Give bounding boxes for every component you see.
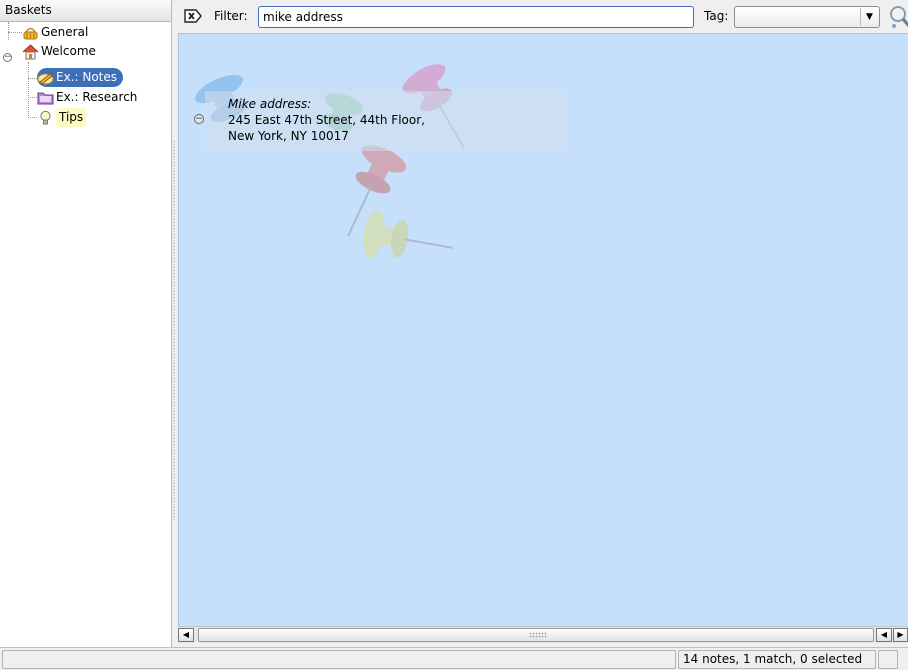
lightbulb-icon (37, 110, 54, 126)
basket-icon (22, 25, 39, 41)
scroll-left-icon[interactable]: ◀ (876, 628, 892, 642)
close-filter-icon[interactable] (184, 8, 202, 24)
tag-label: Tag: (704, 9, 729, 23)
status-indicator (878, 650, 898, 669)
tree-line (28, 78, 37, 79)
sidebar-item-label: General (41, 25, 89, 39)
collapse-welcome-icon[interactable]: − (3, 53, 12, 62)
filter-bar: Filter: Tag: ▼ (178, 0, 908, 33)
scrollbar-thumb[interactable] (198, 628, 874, 642)
folder-icon (37, 90, 54, 106)
home-icon (22, 43, 39, 60)
thumb-grip (529, 632, 547, 638)
basket-canvas[interactable]: − Mike address: 245 East 47th Street, 44… (178, 33, 908, 626)
sidebar-item-label: Tips (56, 108, 87, 127)
baskets-tree: General − Welcome Ex.: Notes Ex.: Resear… (0, 22, 171, 642)
sidebar-item-label: Welcome (41, 44, 96, 58)
scroll-left-icon[interactable]: ◀ (178, 628, 194, 642)
filter-input[interactable] (258, 6, 694, 28)
sidebar-item-ex-notes[interactable]: Ex.: Notes (37, 68, 124, 87)
note-line: 245 East 47th Street, 44th Floor, (228, 113, 425, 127)
note-content[interactable]: Mike address: 245 East 47th Street, 44th… (228, 96, 425, 144)
splitter-grip (173, 140, 175, 520)
note-line: New York, NY 10017 (228, 129, 349, 143)
pencil-icon (37, 70, 54, 86)
tag-select[interactable]: ▼ (734, 6, 880, 28)
tree-line (28, 62, 29, 118)
status-bar: 14 notes, 1 match, 0 selected (0, 647, 908, 670)
chevron-down-icon[interactable]: ▼ (860, 8, 878, 26)
sidebar-item-label: Ex.: Research (56, 90, 138, 104)
tree-line (28, 117, 37, 118)
tree-line (8, 32, 22, 33)
sidebar-item-tips[interactable]: Tips (37, 108, 87, 127)
sidebar-item-welcome[interactable]: Welcome (22, 42, 96, 61)
baskets-header: Baskets (0, 0, 171, 22)
search-icon[interactable] (888, 4, 908, 30)
sidebar-item-ex-research[interactable]: Ex.: Research (37, 88, 137, 107)
status-counts: 14 notes, 1 match, 0 selected (678, 650, 876, 669)
sidebar-item-label: Ex.: Notes (56, 70, 118, 84)
tree-line (28, 97, 37, 98)
filter-label: Filter: (214, 9, 248, 23)
horizontal-scrollbar[interactable]: ◀ ◀ ▶ (178, 626, 908, 643)
tree-line (8, 22, 9, 40)
baskets-panel: Baskets General − Welcome Ex.: Notes Ex.… (0, 0, 172, 647)
scroll-right-icon[interactable]: ▶ (893, 628, 908, 642)
note-title: Mike address: (228, 97, 312, 111)
status-message (2, 650, 676, 669)
sidebar-item-general[interactable]: General (22, 23, 88, 42)
collapse-note-icon[interactable]: − (194, 114, 204, 124)
